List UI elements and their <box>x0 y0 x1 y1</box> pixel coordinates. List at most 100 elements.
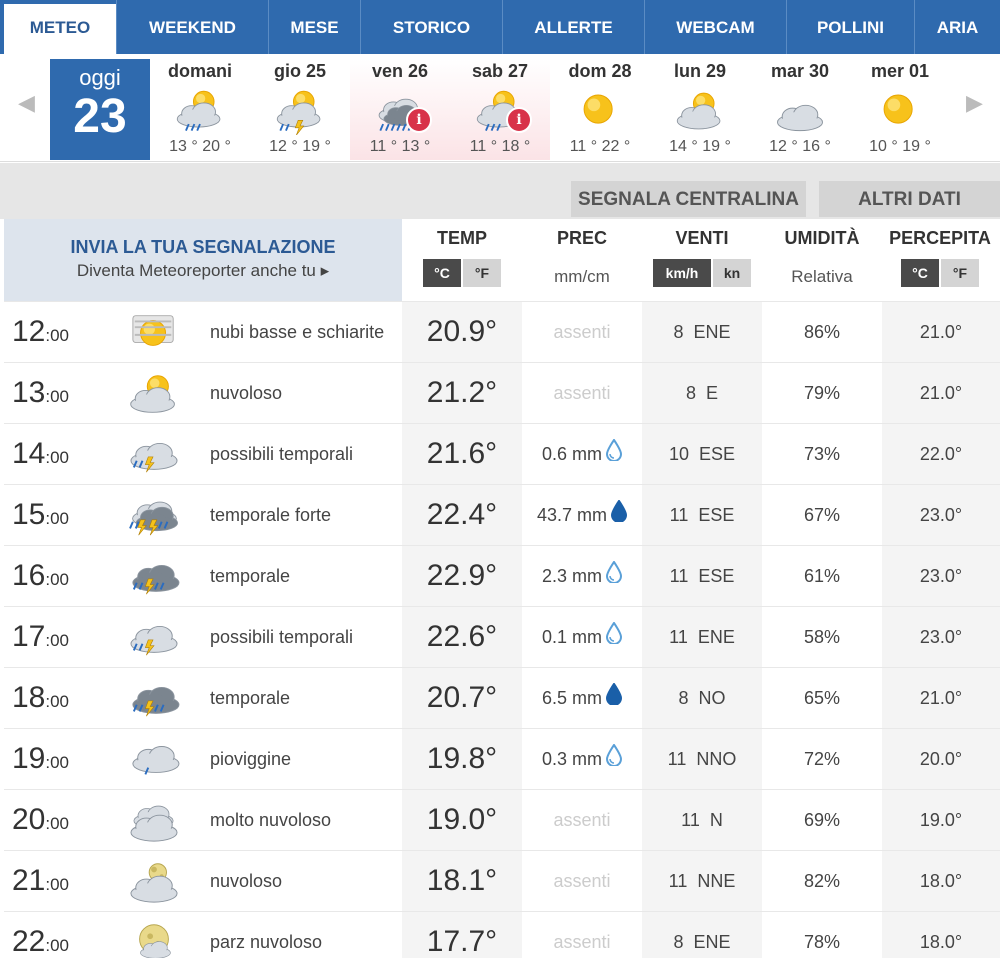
table-row[interactable]: 17:00 possibili temporali 22.6° 0.1 mm 1… <box>4 606 1000 667</box>
row-temp: 22.4° <box>402 485 522 545</box>
wind-kmh-toggle[interactable]: km/h <box>653 259 711 287</box>
row-hour: 13:00 <box>12 363 92 423</box>
perc-celsius-toggle[interactable]: °C <box>901 259 939 287</box>
day-sab-27[interactable]: sab 27 i 11 ° 18 ° <box>450 59 550 160</box>
row-temp: 20.7° <box>402 668 522 728</box>
col-perc-title: PERCEPITA <box>889 228 991 248</box>
raindrop-icon <box>605 730 623 790</box>
tab-allerte[interactable]: ALLERTE <box>502 0 644 54</box>
table-row[interactable]: 14:00 possibili temporali 21.6° 0.6 mm 1… <box>4 423 1000 484</box>
day-gio-25[interactable]: gio 25 12 ° 19 ° <box>250 59 350 160</box>
table-header: INVIA LA TUA SEGNALAZIONE Diventa Meteor… <box>0 219 1000 301</box>
table-row[interactable]: 12:00 nubi basse e schiarite 20.9° assen… <box>4 301 1000 362</box>
day-temps: 11 ° 22 ° <box>569 138 631 155</box>
day-name: mer 01 <box>870 61 930 81</box>
row-hour-value: 14 <box>12 437 46 470</box>
row-hour-value: 21 <box>12 864 46 897</box>
tab-aria[interactable]: ARIA <box>914 0 1000 54</box>
sun-cloud-icon <box>122 369 186 417</box>
day-temps: 11 ° 18 ° <box>469 138 531 155</box>
table-row[interactable]: 20:00 molto nuvoloso 19.0° assenti 11 N … <box>4 789 1000 850</box>
row-hour-minutes: :00 <box>45 387 70 406</box>
row-wind: 10 ESE <box>642 424 762 484</box>
row-hour-value: 19 <box>12 742 46 775</box>
row-wind: 11 NNO <box>642 729 762 789</box>
row-perceived: 19.0° <box>882 790 1000 850</box>
day-temps: 10 ° 19 ° <box>869 138 931 155</box>
row-hour-minutes: :00 <box>45 570 70 589</box>
day-temps: 12 ° 16 ° <box>769 138 831 155</box>
row-wind: 11 ESE <box>642 485 762 545</box>
row-wind: 11 NNE <box>642 851 762 911</box>
cloud-lightning-icon <box>122 430 186 478</box>
row-hour: 19:00 <box>12 729 92 789</box>
next-days-arrow-icon[interactable]: ▶ <box>966 90 983 116</box>
row-perceived: 23.0° <box>882 485 1000 545</box>
table-row[interactable]: 13:00 nuvoloso 21.2° assenti 8 E 79% 21.… <box>4 362 1000 423</box>
raindrop-icon <box>605 669 623 729</box>
row-perceived: 18.0° <box>882 851 1000 911</box>
tab-mese[interactable]: MESE <box>268 0 360 54</box>
temp-celsius-toggle[interactable]: °C <box>423 259 461 287</box>
storm-heavy-icon <box>122 491 186 539</box>
drizzle-icon <box>122 735 186 783</box>
col-temp-title: TEMP <box>436 228 487 248</box>
tab-pollini[interactable]: POLLINI <box>786 0 914 54</box>
today-number: 23 <box>73 90 127 143</box>
row-perceived: 22.0° <box>882 424 1000 484</box>
day-mar-30[interactable]: mar 30 12 ° 16 ° <box>750 59 850 160</box>
row-wind: 8 NO <box>642 668 762 728</box>
temp-fahrenheit-toggle[interactable]: °F <box>463 259 501 287</box>
raindrop-icon <box>605 547 623 607</box>
row-perceived: 20.0° <box>882 729 1000 789</box>
day-mer-01[interactable]: mer 01 10 ° 19 ° <box>850 59 950 160</box>
day-ven-26[interactable]: ven 26 i 11 ° 13 ° <box>350 59 450 160</box>
report-subtitle: Diventa Meteoreporter anche tu ▸ <box>4 261 402 281</box>
col-prec-title: PREC <box>556 228 607 248</box>
moon-cloud-icon <box>122 857 186 905</box>
day-domani[interactable]: domani 13 ° 20 ° <box>150 59 250 160</box>
row-hour-minutes: :00 <box>45 814 70 833</box>
day-name: dom 28 <box>568 61 632 81</box>
table-row[interactable]: 18:00 temporale 20.7° 6.5 mm 8 NO 65% 21… <box>4 667 1000 729</box>
perc-fahrenheit-toggle[interactable]: °F <box>941 259 979 287</box>
alert-info-icon[interactable]: i <box>406 107 432 133</box>
tab-meteo[interactable]: METEO <box>4 4 116 54</box>
row-hour: 17:00 <box>12 607 92 667</box>
alert-info-icon[interactable]: i <box>506 107 532 133</box>
send-report-box[interactable]: INVIA LA TUA SEGNALAZIONE Diventa Meteor… <box>4 219 402 301</box>
col-hum-unit: Relativa <box>791 267 853 286</box>
table-row[interactable]: 21:00 nuvoloso 18.1° assenti 11 NNE 82% … <box>4 850 1000 911</box>
table-row[interactable]: 16:00 temporale 22.9° 2.3 mm 11 ESE 61% … <box>4 545 1000 607</box>
tab-storico[interactable]: STORICO <box>360 0 502 54</box>
row-description: temporale forte <box>210 505 332 525</box>
row-prec-value: 0.6 mm <box>541 444 602 464</box>
row-temp: 20.9° <box>402 302 522 362</box>
row-prec-value: 0.3 mm <box>541 749 602 769</box>
tab-weekend[interactable]: WEEKEND <box>116 0 268 54</box>
row-perceived: 23.0° <box>882 546 1000 606</box>
row-hour: 20:00 <box>12 790 92 850</box>
more-data-button[interactable]: ALTRI DATI <box>819 181 1000 217</box>
prev-days-arrow-icon[interactable]: ◀ <box>18 90 35 116</box>
day-dom-28[interactable]: dom 28 11 ° 22 ° <box>550 59 650 160</box>
wind-kn-toggle[interactable]: kn <box>713 259 751 287</box>
day-today[interactable]: oggi 23 <box>50 59 150 160</box>
row-prec-value: assenti <box>553 932 611 952</box>
table-row[interactable]: 22:00 parz nuvoloso 17.7° assenti 8 ENE … <box>4 911 1000 958</box>
col-perc: PERCEPITA °C °F <box>880 219 1000 301</box>
row-prec-value: 43.7 mm <box>536 505 608 525</box>
tab-webcam[interactable]: WEBCAM <box>644 0 786 54</box>
raindrop-icon <box>611 486 628 546</box>
row-prec: 0.3 mm <box>522 729 642 789</box>
col-wind: VENTI km/h kn <box>642 219 762 301</box>
chevron-right-icon: ▸ <box>320 261 330 280</box>
table-row[interactable]: 15:00 temporale forte 22.4° 43.7 mm 11 E… <box>4 484 1000 546</box>
row-humidity: 78% <box>803 932 841 952</box>
report-station-button[interactable]: SEGNALA CENTRALINA <box>571 181 806 217</box>
day-temps: 12 ° 19 ° <box>269 138 331 155</box>
row-wind: 8 E <box>642 363 762 423</box>
day-lun-29[interactable]: lun 29 14 ° 19 ° <box>650 59 750 160</box>
table-row[interactable]: 19:00 pioviggine 19.8° 0.3 mm 11 NNO 72%… <box>4 728 1000 789</box>
col-wind-title: VENTI <box>675 228 729 248</box>
